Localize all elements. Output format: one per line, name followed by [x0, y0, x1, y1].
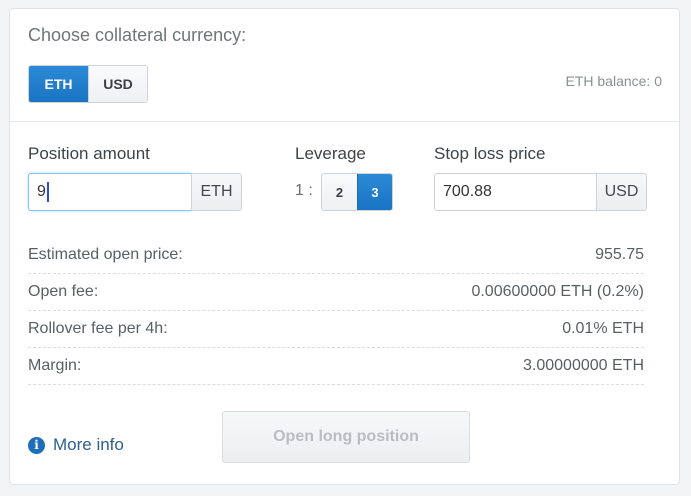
position-amount-input[interactable]: 9 — [28, 173, 191, 211]
details-list: Estimated open price: 955.75 Open fee: 0… — [28, 237, 644, 385]
stop-loss-label: Stop loss price — [434, 144, 546, 163]
detail-row-margin: Margin: 3.00000000 ETH — [28, 348, 644, 385]
collateral-currency-toggle: ETH USD — [28, 65, 148, 103]
position-card: Choose collateral currency: ETH USD ETH … — [9, 8, 680, 485]
stop-loss-group: 700.88 USD — [434, 173, 647, 211]
collateral-label: Choose collateral currency: — [28, 25, 247, 45]
stop-loss-value: 700.88 — [443, 183, 492, 200]
detail-value: 0.00600000 ETH (0.2%) — [471, 283, 644, 300]
detail-label: Estimated open price: — [28, 246, 183, 263]
open-long-position-button[interactable]: Open long position — [222, 411, 470, 463]
stop-loss-input[interactable]: 700.88 — [434, 173, 596, 211]
info-icon: i — [28, 436, 45, 454]
position-amount-label: Position amount — [28, 144, 150, 163]
more-info-link[interactable]: i More info — [28, 435, 124, 455]
detail-row-open-price: Estimated open price: 955.75 — [28, 237, 644, 274]
detail-label: Rollover fee per 4h: — [28, 320, 168, 337]
position-amount-value: 9 — [37, 183, 46, 200]
detail-row-open-fee: Open fee: 0.00600000 ETH (0.2%) — [28, 274, 644, 311]
detail-value: 955.75 — [595, 246, 644, 263]
leverage-label: Leverage — [295, 144, 366, 163]
text-caret — [46, 182, 49, 202]
eth-balance: ETH balance: 0 — [565, 73, 663, 89]
position-amount-unit: ETH — [191, 173, 242, 211]
collateral-usd-button[interactable]: USD — [88, 66, 147, 102]
collateral-section: Choose collateral currency: ETH USD ETH … — [10, 9, 679, 122]
detail-label: Margin: — [28, 357, 82, 374]
leverage-prefix: 1 : — [295, 182, 313, 199]
stop-loss-unit: USD — [596, 173, 647, 211]
leverage-3-button[interactable]: 3 — [357, 174, 392, 210]
leverage-2-button[interactable]: 2 — [322, 174, 357, 210]
position-amount-group: 9 ETH — [28, 173, 242, 211]
more-info-label: More info — [53, 435, 124, 454]
detail-label: Open fee: — [28, 283, 99, 300]
collateral-eth-button[interactable]: ETH — [29, 66, 88, 102]
detail-value: 0.01% ETH — [562, 320, 644, 337]
detail-row-rollover-fee: Rollover fee per 4h: 0.01% ETH — [28, 311, 644, 348]
detail-value: 3.00000000 ETH — [523, 357, 644, 374]
leverage-toggle: 2 3 — [321, 173, 393, 211]
